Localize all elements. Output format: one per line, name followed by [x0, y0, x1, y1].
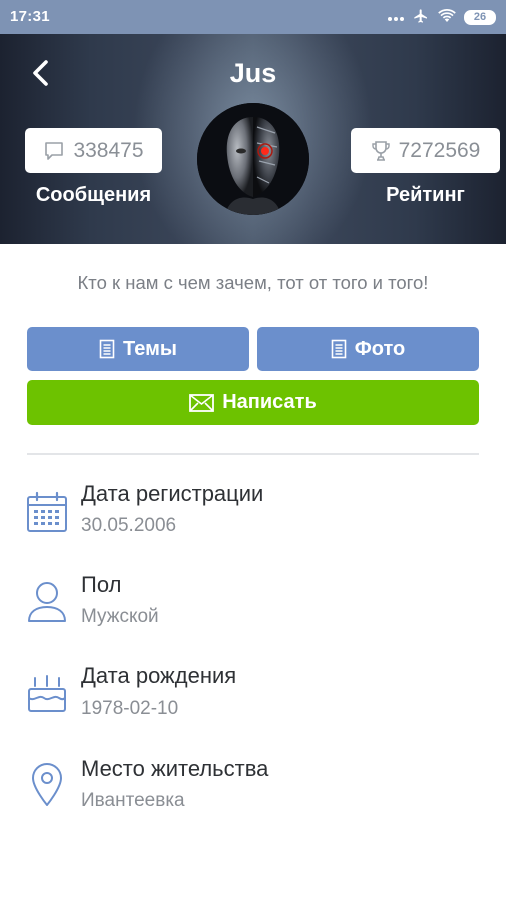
themes-button[interactable]: Темы	[27, 327, 249, 371]
info-label: Дата рождения	[81, 663, 237, 688]
avatar[interactable]	[197, 103, 309, 215]
messages-count-box[interactable]: 338475	[25, 128, 162, 173]
profile-name: Jus	[229, 58, 277, 88]
speech-bubble-icon	[45, 141, 64, 160]
write-button-label: Написать	[222, 391, 317, 413]
info-label: Место жительства	[81, 756, 269, 781]
status-bar: 17:31 26	[0, 0, 506, 34]
info-value: Ивантеевка	[81, 790, 185, 811]
photo-button-label: Фото	[354, 337, 406, 360]
trophy-icon	[371, 140, 390, 161]
messages-label: Сообщения	[35, 184, 152, 206]
status-icons: 26	[388, 8, 496, 26]
info-value: 30.05.2006	[81, 515, 177, 536]
envelope-icon	[189, 393, 215, 412]
profile-bio: Кто к нам с чем зачем, тот от того и тог…	[77, 272, 429, 293]
info-value: Мужской	[81, 606, 159, 627]
location-pin-icon	[32, 763, 62, 806]
more-dots-icon	[388, 10, 404, 25]
person-icon	[28, 582, 66, 622]
photo-button[interactable]: Фото	[257, 327, 479, 371]
document-icon	[99, 339, 115, 359]
calendar-icon	[27, 491, 67, 532]
themes-button-label: Темы	[123, 337, 177, 360]
rating-box[interactable]: 7272569	[351, 128, 500, 173]
wifi-icon	[438, 8, 456, 26]
birthday-cake-icon	[28, 675, 66, 712]
rating-label: Рейтинг	[386, 184, 465, 206]
info-value: 1978-02-10	[81, 698, 179, 719]
info-label: Дата регистрации	[81, 481, 264, 506]
airplane-icon	[412, 8, 430, 27]
info-label: Пол	[81, 572, 122, 597]
write-message-button[interactable]: Написать	[27, 380, 479, 425]
status-time: 17:31	[10, 8, 50, 25]
battery-indicator: 26	[464, 9, 496, 25]
profile-header: Jus 338475 Сообщения 7272569 Рейтинг	[0, 34, 506, 244]
messages-count: 338475	[73, 138, 144, 162]
rating-value: 7272569	[398, 138, 481, 162]
divider	[27, 453, 479, 455]
document-icon	[331, 339, 347, 359]
